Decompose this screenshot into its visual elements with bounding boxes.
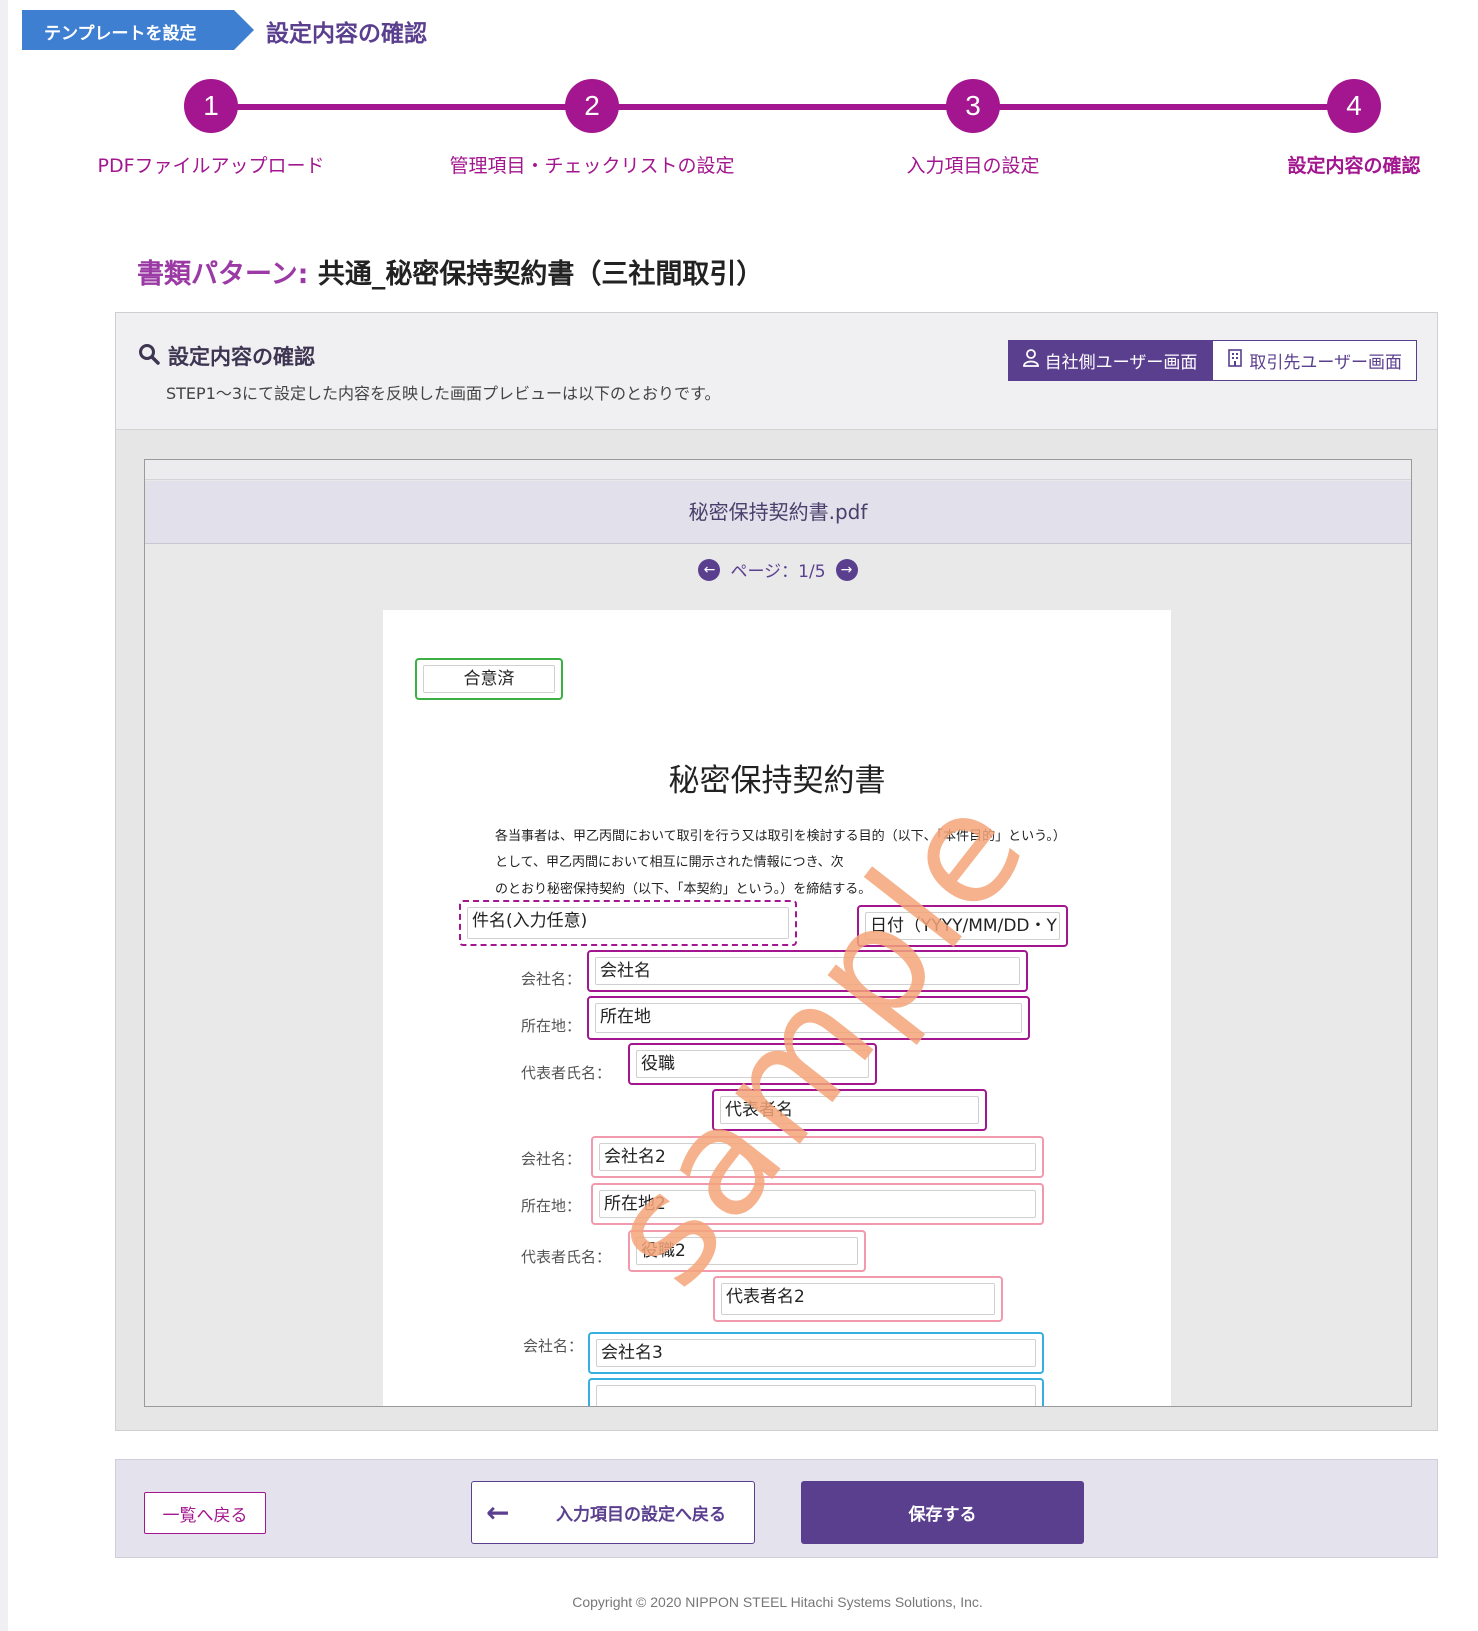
agreed-status-value: 合意済 [423, 665, 555, 693]
panel-title-text: 設定内容の確認 [168, 345, 315, 369]
representative-label-2: 代表者氏名： [521, 1248, 612, 1266]
partner-user-view-label: 取引先ユーザー画面 [1249, 353, 1402, 373]
pdf-viewer[interactable]: 秘密保持契約書.pdf ← ページ：1/5 → 合意済 秘密保持契約書 各当事者… [144, 459, 1412, 1407]
save-button[interactable]: 保存する [801, 1481, 1084, 1544]
subject-field[interactable]: 件名(入力任意) [459, 900, 797, 946]
copyright-footer: Copyright © 2020 NIPPON STEEL Hitachi Sy… [572, 1594, 983, 1610]
representative-field-1-value: 代表者名 [720, 1096, 979, 1124]
panel-header: 設定内容の確認 STEP1〜3にて設定した内容を反映した画面プレビューは以下のと… [116, 313, 1437, 430]
step-4-circle: 4 [1327, 79, 1381, 133]
company-field-2-value: 会社名2 [599, 1143, 1036, 1171]
arrow-left-icon: ← [486, 1496, 510, 1529]
address-label-1: 所在地： [521, 1017, 582, 1035]
agreed-status-field[interactable]: 合意済 [415, 658, 563, 700]
company-field-2[interactable]: 会社名2 [591, 1136, 1044, 1178]
date-field-value: 日付（YYYY/MM/DD・Y [865, 912, 1060, 940]
stepper: 1 2 3 4 PDFファイルアップロード 管理項目・チェックリストの設定 入力… [0, 76, 1478, 186]
step-2-label: 管理項目・チェックリストの設定 [449, 155, 735, 177]
page-title: 書類パターン: 共通_秘密保持契約書（三社間取引） [137, 252, 763, 291]
title-field-2-value: 役職2 [636, 1237, 858, 1265]
back-to-list-button[interactable]: 一覧へ戻る [144, 1492, 266, 1534]
document-title: 秘密保持契約書 [668, 763, 886, 799]
company-field-3-value: 会社名3 [596, 1339, 1036, 1367]
representative-label-1: 代表者氏名： [521, 1064, 612, 1082]
pdf-page: 合意済 秘密保持契約書 各当事者は、甲乙丙間において取引を行う又は取引を検討する… [383, 610, 1171, 1406]
own-user-view-label: 自社側ユーザー画面 [1044, 353, 1198, 373]
left-edge [0, 0, 8, 1631]
representative-field-1[interactable]: 代表者名 [712, 1089, 987, 1131]
next-page-icon[interactable]: → [835, 558, 858, 581]
step-1-label: PDFファイルアップロード [97, 155, 325, 177]
prev-page-icon[interactable]: ← [698, 558, 721, 581]
date-field[interactable]: 日付（YYYY/MM/DD・Y [857, 905, 1068, 947]
step-3-circle: 3 [946, 79, 1000, 133]
page-indicator: ページ：1/5 [730, 562, 826, 582]
address-field-3-value [596, 1385, 1036, 1406]
building-icon [1227, 349, 1243, 372]
back-to-input-settings-label: 入力項目の設定へ戻る [556, 1505, 726, 1525]
breadcrumb-parent-label: テンプレートを設定 [44, 24, 197, 44]
title-field-2[interactable]: 役職2 [628, 1230, 866, 1272]
company-label-3: 会社名： [523, 1337, 584, 1355]
document-paragraph-line-2: として、甲乙丙間において相互に開示された情報につき、次 [495, 855, 844, 870]
panel-title: 設定内容の確認 [138, 341, 315, 371]
address-field-2-value: 所在地2 [599, 1190, 1036, 1218]
company-label-1: 会社名： [521, 970, 582, 988]
pdf-file-name: 秘密保持契約書.pdf [145, 481, 1411, 544]
step-3-label: 入力項目の設定 [906, 155, 1040, 177]
company-field-3[interactable]: 会社名3 [588, 1332, 1044, 1374]
document-paragraph-line-3: のとおり秘密保持契約（以下、「本契約」という。）を締結する。 [495, 882, 872, 897]
user-icon [1022, 349, 1039, 372]
step-1-circle: 1 [184, 79, 238, 133]
preview-panel: 設定内容の確認 STEP1〜3にて設定した内容を反映した画面プレビューは以下のと… [115, 312, 1438, 1431]
title-field-1-value: 役職 [636, 1050, 869, 1078]
breadcrumb-parent[interactable]: テンプレートを設定 [22, 10, 254, 50]
breadcrumb-current: 設定内容の確認 [266, 21, 427, 47]
address-field-1[interactable]: 所在地 [587, 996, 1030, 1040]
viewer-toolbar [145, 460, 1411, 480]
step-4-label: 設定内容の確認 [1287, 155, 1421, 177]
view-toggle: 自社側ユーザー画面 取引先ユーザー画面 [1007, 340, 1417, 381]
title-field-1[interactable]: 役職 [628, 1043, 877, 1085]
pattern-label: 書類パターン: [137, 259, 309, 290]
step-2-circle: 2 [565, 79, 619, 133]
address-field-3[interactable] [588, 1378, 1044, 1406]
address-field-2[interactable]: 所在地2 [591, 1183, 1044, 1225]
representative-field-2-value: 代表者名2 [721, 1283, 995, 1315]
document-paragraph-line-1: 各当事者は、甲乙丙間において取引を行う又は取引を検討する目的（以下、「本件目的」… [495, 829, 1066, 844]
company-label-2: 会社名： [521, 1150, 582, 1168]
stepper-line [211, 104, 1331, 110]
representative-field-2[interactable]: 代表者名2 [713, 1276, 1003, 1322]
panel-subtitle: STEP1〜3にて設定した内容を反映した画面プレビューは以下のとおりです。 [166, 384, 721, 403]
own-user-view-button[interactable]: 自社側ユーザー画面 [1007, 340, 1213, 381]
company-field-1[interactable]: 会社名 [587, 950, 1028, 992]
company-field-1-value: 会社名 [595, 957, 1020, 985]
back-to-input-settings-button[interactable]: ← 入力項目の設定へ戻る [471, 1481, 755, 1544]
address-field-1-value: 所在地 [595, 1003, 1022, 1033]
action-bar: 一覧へ戻る ← 入力項目の設定へ戻る 保存する [115, 1459, 1438, 1558]
address-label-2: 所在地： [521, 1197, 582, 1215]
pattern-name: 共通_秘密保持契約書（三社間取引） [317, 259, 764, 290]
search-icon [138, 343, 160, 370]
page-navigator: ← ページ：1/5 → [145, 557, 1411, 582]
subject-field-value: 件名(入力任意) [467, 907, 789, 939]
partner-user-view-button[interactable]: 取引先ユーザー画面 [1212, 340, 1417, 381]
